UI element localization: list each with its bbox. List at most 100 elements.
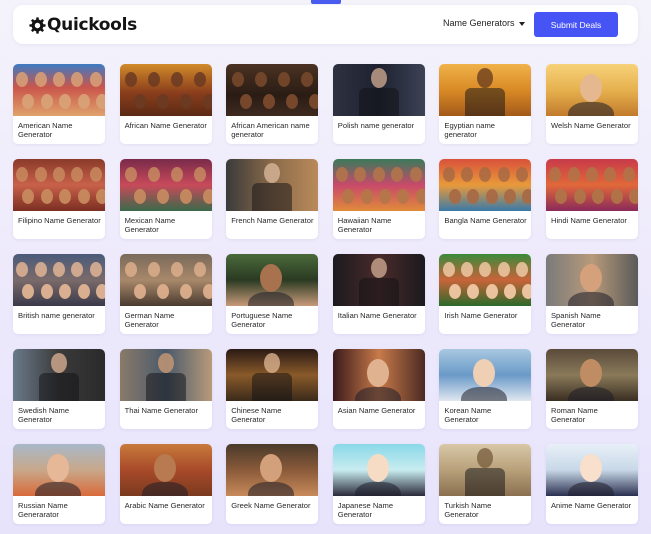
card-thumbnail-image: [13, 349, 105, 401]
generator-card[interactable]: Swedish Name Generator: [13, 349, 105, 429]
generator-card[interactable]: African American name generator: [226, 64, 319, 144]
generator-card[interactable]: German Name Generator: [119, 254, 212, 334]
card-label: Arabic Name Generator: [124, 501, 205, 510]
submit-deals-button[interactable]: Submit Deals: [534, 12, 618, 37]
generator-card[interactable]: Portuguese Name Generator: [226, 254, 319, 334]
card-label: Hawaiian Name Generator: [337, 216, 392, 234]
generator-card[interactable]: Hawaiian Name Generator: [332, 159, 425, 239]
generator-card[interactable]: Italian Name Generator: [332, 254, 425, 334]
card-thumbnail-image: [119, 349, 212, 401]
card-thumbnail-image: [119, 254, 212, 306]
card-label: Roman Name Generator: [550, 406, 598, 424]
site-logo[interactable]: Quickools: [29, 14, 137, 36]
generator-card[interactable]: Korean Name Generator: [439, 349, 532, 429]
card-thumbnail-image: [119, 64, 212, 116]
generator-card[interactable]: Thai Name Generator: [119, 349, 212, 429]
card-label: Spanish Name Generator: [550, 311, 601, 329]
card-label: American Name Generator: [18, 121, 73, 139]
card-thumbnail-image: [332, 159, 425, 211]
card-thumbnail-image: [332, 349, 425, 401]
site-header: Quickools Name Generators Submit Deals: [13, 5, 638, 44]
card-thumbnail-image: [13, 64, 105, 116]
generator-card[interactable]: Asian Name Generator: [332, 349, 425, 429]
generator-card[interactable]: Polish name generator: [332, 64, 425, 144]
card-thumbnail-image: [226, 159, 319, 211]
generator-card[interactable]: Bangla Name Generator: [439, 159, 532, 239]
card-label: Hindi Name Generator: [550, 216, 627, 225]
generator-card[interactable]: Anime Name Generator: [545, 444, 638, 524]
logo-text: Quickools: [47, 15, 137, 35]
card-thumbnail-image: [13, 444, 105, 496]
card-label: Egyptian name generator: [444, 121, 496, 139]
card-label: Swedish Name Generator: [18, 406, 70, 424]
card-thumbnail-image: [545, 349, 638, 401]
card-thumbnail-image: [545, 254, 638, 306]
generator-card[interactable]: Egyptian name generator: [439, 64, 532, 144]
card-thumbnail-image: [439, 159, 532, 211]
name-generators-dropdown[interactable]: Name Generators: [443, 18, 525, 28]
generator-card-grid: American Name Generator African Name Gene…: [13, 64, 638, 524]
card-label: Filipino Name Generator: [18, 216, 101, 225]
generator-card[interactable]: Arabic Name Generator: [119, 444, 212, 524]
card-thumbnail-image: [439, 444, 532, 496]
generator-card[interactable]: British name generator: [13, 254, 105, 334]
generator-card[interactable]: French Name Generator: [226, 159, 319, 239]
generator-card[interactable]: Hindi Name Generator: [545, 159, 638, 239]
card-thumbnail-image: [226, 254, 319, 306]
card-thumbnail-image: [332, 64, 425, 116]
card-thumbnail-image: [119, 159, 212, 211]
card-label: Asian Name Generator: [337, 406, 416, 415]
card-thumbnail-image: [439, 254, 532, 306]
card-label: Greek Name Generator: [231, 501, 311, 510]
card-label: African American name generator: [231, 121, 310, 139]
card-thumbnail-image: [13, 254, 105, 306]
card-thumbnail-image: [332, 254, 425, 306]
generator-card[interactable]: African Name Generator: [119, 64, 212, 144]
generator-card[interactable]: Mexican Name Generator: [119, 159, 212, 239]
card-label: Polish name generator: [337, 121, 415, 130]
card-label: French Name Generator: [231, 216, 314, 225]
card-thumbnail-image: [545, 159, 638, 211]
top-accent-bar: [311, 0, 341, 4]
card-thumbnail-image: [439, 349, 532, 401]
card-label: Japanese Name Generator: [337, 501, 394, 519]
generator-card[interactable]: Spanish Name Generator: [545, 254, 638, 334]
card-label: Irish Name Generator: [444, 311, 518, 320]
card-thumbnail-image: [226, 64, 319, 116]
card-label: Anime Name Generator: [550, 501, 632, 510]
card-label: Turkish Name Generator: [444, 501, 492, 519]
card-label: Korean Name Generator: [444, 406, 492, 424]
gear-logo-icon: [29, 16, 46, 34]
generator-card[interactable]: Greek Name Generator: [226, 444, 319, 524]
card-label: African Name Generator: [124, 121, 207, 130]
generator-card[interactable]: Japanese Name Generator: [332, 444, 425, 524]
generator-card[interactable]: Irish Name Generator: [439, 254, 532, 334]
card-label: German Name Generator: [124, 311, 175, 329]
generator-card[interactable]: Welsh Name Generator: [545, 64, 638, 144]
card-label: Portuguese Name Generator: [231, 311, 293, 329]
card-label: Bangla Name Generator: [444, 216, 527, 225]
card-label: Welsh Name Generator: [550, 121, 631, 130]
card-thumbnail-image: [13, 159, 105, 211]
card-thumbnail-image: [439, 64, 532, 116]
nav-dropdown-label: Name Generators: [443, 18, 515, 28]
generator-card[interactable]: Turkish Name Generator: [439, 444, 532, 524]
card-label: British name generator: [18, 311, 95, 320]
card-thumbnail-image: [226, 444, 319, 496]
caret-down-icon: [518, 21, 525, 26]
card-label: Italian Name Generator: [337, 311, 417, 320]
card-thumbnail-image: [545, 444, 638, 496]
card-thumbnail-image: [119, 444, 212, 496]
generator-card[interactable]: Filipino Name Generator: [13, 159, 105, 239]
card-label: Mexican Name Generator: [124, 216, 176, 234]
card-label: Russian Name Generarator: [18, 501, 68, 519]
card-thumbnail-image: [226, 349, 319, 401]
card-thumbnail-image: [332, 444, 425, 496]
generator-card[interactable]: Roman Name Generator: [545, 349, 638, 429]
generator-card[interactable]: Russian Name Generarator: [13, 444, 105, 524]
generator-card[interactable]: Chinese Name Generator: [226, 349, 319, 429]
card-label: Chinese Name Generator: [231, 406, 282, 424]
card-label: Thai Name Generator: [124, 406, 199, 415]
card-thumbnail-image: [545, 64, 638, 116]
generator-card[interactable]: American Name Generator: [13, 64, 105, 144]
